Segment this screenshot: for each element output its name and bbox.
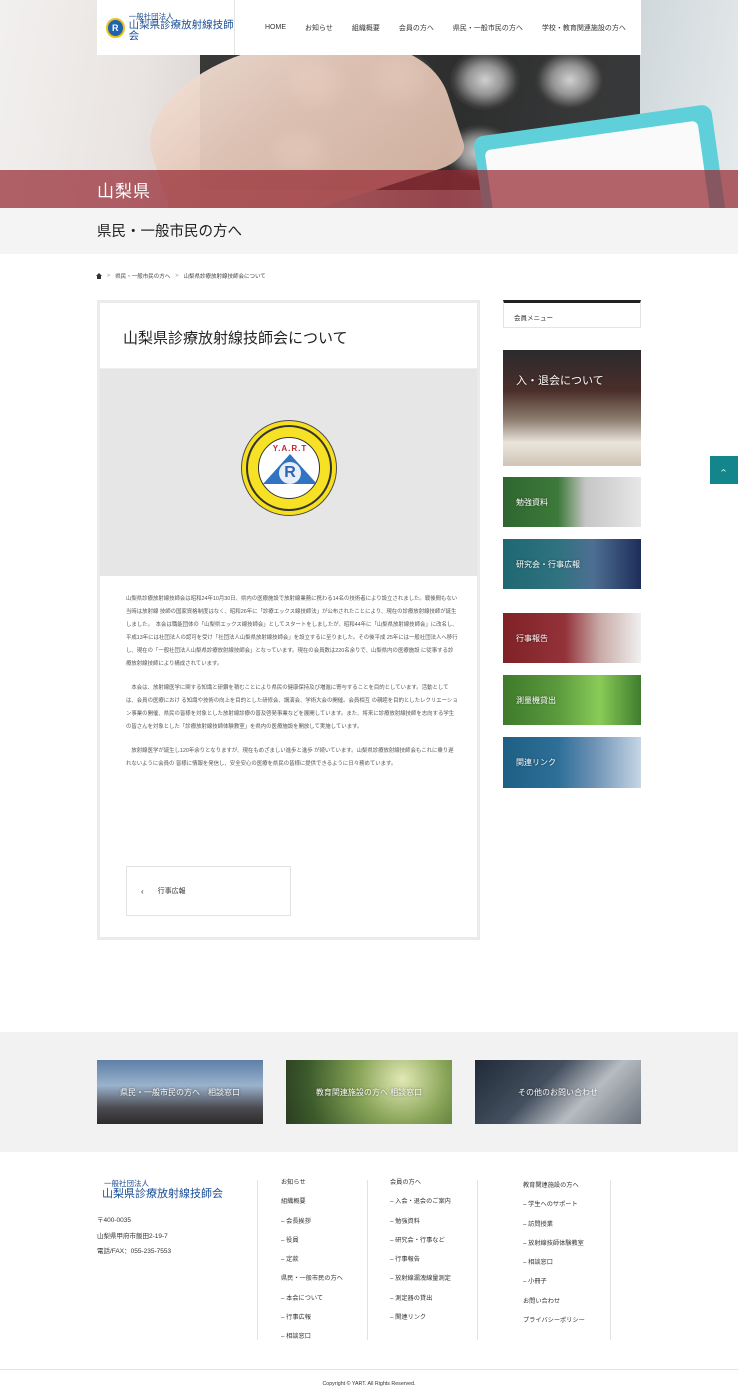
- footer-divider: [257, 1180, 258, 1340]
- sidebar-banner-study[interactable]: 勉強資料: [503, 477, 641, 527]
- footer-link[interactable]: – 訪問授業: [523, 1221, 553, 1228]
- article-title: 山梨県診療放射線技師会について: [123, 331, 348, 347]
- footer-link[interactable]: – 測定器の貸出: [390, 1295, 432, 1302]
- footer-link[interactable]: お知らせ: [281, 1179, 306, 1186]
- page-title: 県民・一般市民の方へ: [97, 224, 242, 240]
- footer-logo-subtitle: 一般社団法人: [104, 1179, 149, 1188]
- nav-citizens[interactable]: 県民・一般市民の方へ: [453, 23, 523, 33]
- article-card: 山梨県診療放射線技師会について Y.A.R.T R 山梨県診療放射線技師会は昭和…: [97, 300, 480, 940]
- prev-post-label: 行事広報: [157, 888, 186, 895]
- article-paragraph: 山梨県診療放射線技師会は昭和24年10月30日、県内の医療施設で放射線業務に携わ…: [126, 596, 458, 667]
- footer-link[interactable]: 県民・一般市民の方へ: [281, 1275, 343, 1282]
- contact-citizens-button[interactable]: 県民・一般市民の方へ 相談窓口: [97, 1060, 263, 1124]
- footer-link[interactable]: お問い合わせ: [523, 1298, 560, 1305]
- footer-link[interactable]: – 研究会・行事など: [390, 1237, 445, 1244]
- breadcrumb-current: 山梨県診療放射線技師会について: [183, 274, 266, 280]
- sidebar-banner-join[interactable]: 入・退会について: [503, 350, 641, 466]
- hero-band: 山梨県: [0, 170, 738, 208]
- logo-emblem-icon: R: [106, 17, 125, 38]
- sidebar-banner-label: 入・退会について: [516, 375, 604, 387]
- sidebar-banner-report[interactable]: 行事報告: [503, 613, 641, 663]
- footer-link[interactable]: – 相談窓口: [523, 1259, 553, 1266]
- contact-section: 県民・一般市民の方へ 相談窓口 教育関連施設の方へ 相談窓口 その他のお問い合わ…: [0, 1032, 738, 1152]
- contact-label: その他のお問い合わせ: [518, 1087, 598, 1097]
- page-top-button[interactable]: ›: [710, 456, 738, 484]
- article-eyecatch: Y.A.R.T R: [100, 369, 477, 576]
- prev-post-link[interactable]: ‹ 行事広報: [126, 866, 291, 916]
- sidebar-banner-label: 行事報告: [516, 634, 548, 643]
- footer-link[interactable]: – 入会・退会のご案内: [390, 1198, 451, 1205]
- footer-link[interactable]: – 放射線技師体験教室: [523, 1240, 584, 1247]
- footer-postal: 〒400-0035: [97, 1217, 131, 1224]
- copyright: Copyright © YART. All Rights Reserved.: [0, 1369, 738, 1397]
- chevron-left-icon: ‹: [141, 886, 144, 896]
- emblem-text: Y.A.R.T: [272, 444, 308, 453]
- footer-link[interactable]: – 定款: [281, 1256, 299, 1263]
- brain-scan: [535, 50, 605, 110]
- article-header: 山梨県診療放射線技師会について: [100, 303, 477, 369]
- logo-title: 山梨県診療放射線技師会: [128, 20, 234, 43]
- contact-schools-button[interactable]: 教育関連施設の方へ 相談窓口: [286, 1060, 452, 1124]
- sidebar-banner-links[interactable]: 関連リンク: [503, 737, 641, 788]
- yart-emblem-icon: Y.A.R.T R: [241, 420, 337, 516]
- breadcrumb: > 県民・一般市民の方へ > 山梨県診療放射線技師会について: [96, 272, 266, 280]
- footer-divider: [367, 1180, 368, 1340]
- sidebar-banner-label: 測量機貸出: [516, 696, 556, 705]
- breadcrumb-separator: >: [175, 273, 179, 279]
- nav-members[interactable]: 会員の方へ: [399, 23, 434, 33]
- global-nav: HOME お知らせ 組織概要 会員の方へ 県民・一般市民の方へ 学校・教育関連施…: [265, 0, 645, 55]
- contact-label: 県民・一般市民の方へ 相談窓口: [120, 1087, 240, 1097]
- footer-nav-col3: 教育関連施設の方へ – 学生へのサポート – 訪問授業 – 放射線技師体験教室 …: [523, 1182, 585, 1337]
- footer-nav-col2: 会員の方へ – 入会・退会のご案内 – 勉強資料 – 研究会・行事など – 行事…: [390, 1179, 451, 1334]
- footer-address: 〒400-0035 山梨県甲府市飯田2-19-7 電話/FAX：055-235-…: [97, 1213, 171, 1260]
- contact-label: 教育関連施設の方へ 相談窓口: [315, 1087, 423, 1097]
- hero-band-text: 山梨県: [97, 182, 151, 201]
- footer-phone: 電話/FAX：055-235-7553: [97, 1248, 172, 1256]
- breadcrumb-separator: >: [107, 273, 111, 279]
- sidebar-banner-label: 関連リンク: [516, 758, 556, 767]
- footer-link[interactable]: プライバシーポリシー: [523, 1317, 585, 1324]
- sidebar-banner-measure[interactable]: 測量機貸出: [503, 675, 641, 725]
- sidebar-banner-research[interactable]: 研究会・行事広報: [503, 539, 641, 589]
- article-paragraph: 本会は、放射線医学に関する知識と研鑽を積むことにより県民の健康保持及び増進に寄与…: [126, 684, 458, 730]
- footer-divider: [477, 1180, 478, 1340]
- article-body: 山梨県診療放射線技師会は昭和24年10月30日、県内の医療施設で放射線業務に携わ…: [126, 593, 458, 782]
- contact-other-button[interactable]: その他のお問い合わせ: [475, 1060, 641, 1124]
- sidebar-banner-label: 勉強資料: [516, 498, 548, 507]
- footer-link[interactable]: – 放射線漏洩線量測定: [390, 1275, 451, 1282]
- emblem-letter: R: [279, 462, 301, 484]
- footer-link[interactable]: – 会長挨拶: [281, 1218, 311, 1225]
- footer-link[interactable]: – 本会について: [281, 1295, 323, 1302]
- footer-link[interactable]: – 小冊子: [523, 1278, 547, 1285]
- footer-divider: [610, 1180, 611, 1340]
- nav-home[interactable]: HOME: [265, 24, 286, 31]
- sidebar-banner-label: 研究会・行事広報: [516, 560, 580, 569]
- footer-link[interactable]: – 役員: [281, 1237, 299, 1244]
- site-logo[interactable]: R 一般社団法人 山梨県診療放射線技師会: [97, 0, 235, 55]
- nav-organization[interactable]: 組織概要: [352, 23, 380, 33]
- breadcrumb-citizens[interactable]: 県民・一般市民の方へ: [115, 272, 170, 280]
- nav-schools[interactable]: 学校・教育関連施設の方へ: [542, 23, 626, 33]
- footer-link[interactable]: – 相談窓口: [281, 1333, 311, 1340]
- footer-link[interactable]: 組織概要: [281, 1198, 306, 1205]
- footer-logo-title: 山梨県診療放射線技師会: [102, 1188, 223, 1201]
- chevron-up-icon: ›: [718, 468, 730, 472]
- footer-nav-col1: お知らせ 組織概要 – 会長挨拶 – 役員 – 定款 県民・一般市民の方へ – …: [281, 1179, 343, 1354]
- footer-link[interactable]: – 行事広報: [281, 1314, 311, 1321]
- footer-link[interactable]: – 勉強資料: [390, 1218, 420, 1225]
- article-paragraph: 放射線医学が誕生し120年余りとなりますが、現在もめざましい進歩と進歩 が続いて…: [126, 747, 454, 767]
- footer-link[interactable]: 教育関連施設の方へ: [523, 1182, 579, 1189]
- footer-link[interactable]: 会員の方へ: [390, 1179, 421, 1186]
- page-title-bar: 県民・一般市民の方へ: [0, 208, 738, 254]
- footer-link[interactable]: – 関連リンク: [390, 1314, 426, 1321]
- site-header: R 一般社団法人 山梨県診療放射線技師会 HOME お知らせ 組織概要 会員の方…: [97, 0, 641, 55]
- footer-link[interactable]: – 行事報告: [390, 1256, 420, 1263]
- home-icon[interactable]: [96, 273, 102, 279]
- nav-news[interactable]: お知らせ: [305, 23, 333, 33]
- footer-street: 山梨県甲府市飯田2-19-7: [97, 1232, 168, 1240]
- footer-link[interactable]: – 学生へのサポート: [523, 1201, 578, 1208]
- brain-scan: [450, 50, 520, 110]
- sidebar-heading: 会員メニュー: [503, 300, 641, 328]
- footer-logo[interactable]: 一般社団法人 山梨県診療放射線技師会: [97, 1179, 223, 1201]
